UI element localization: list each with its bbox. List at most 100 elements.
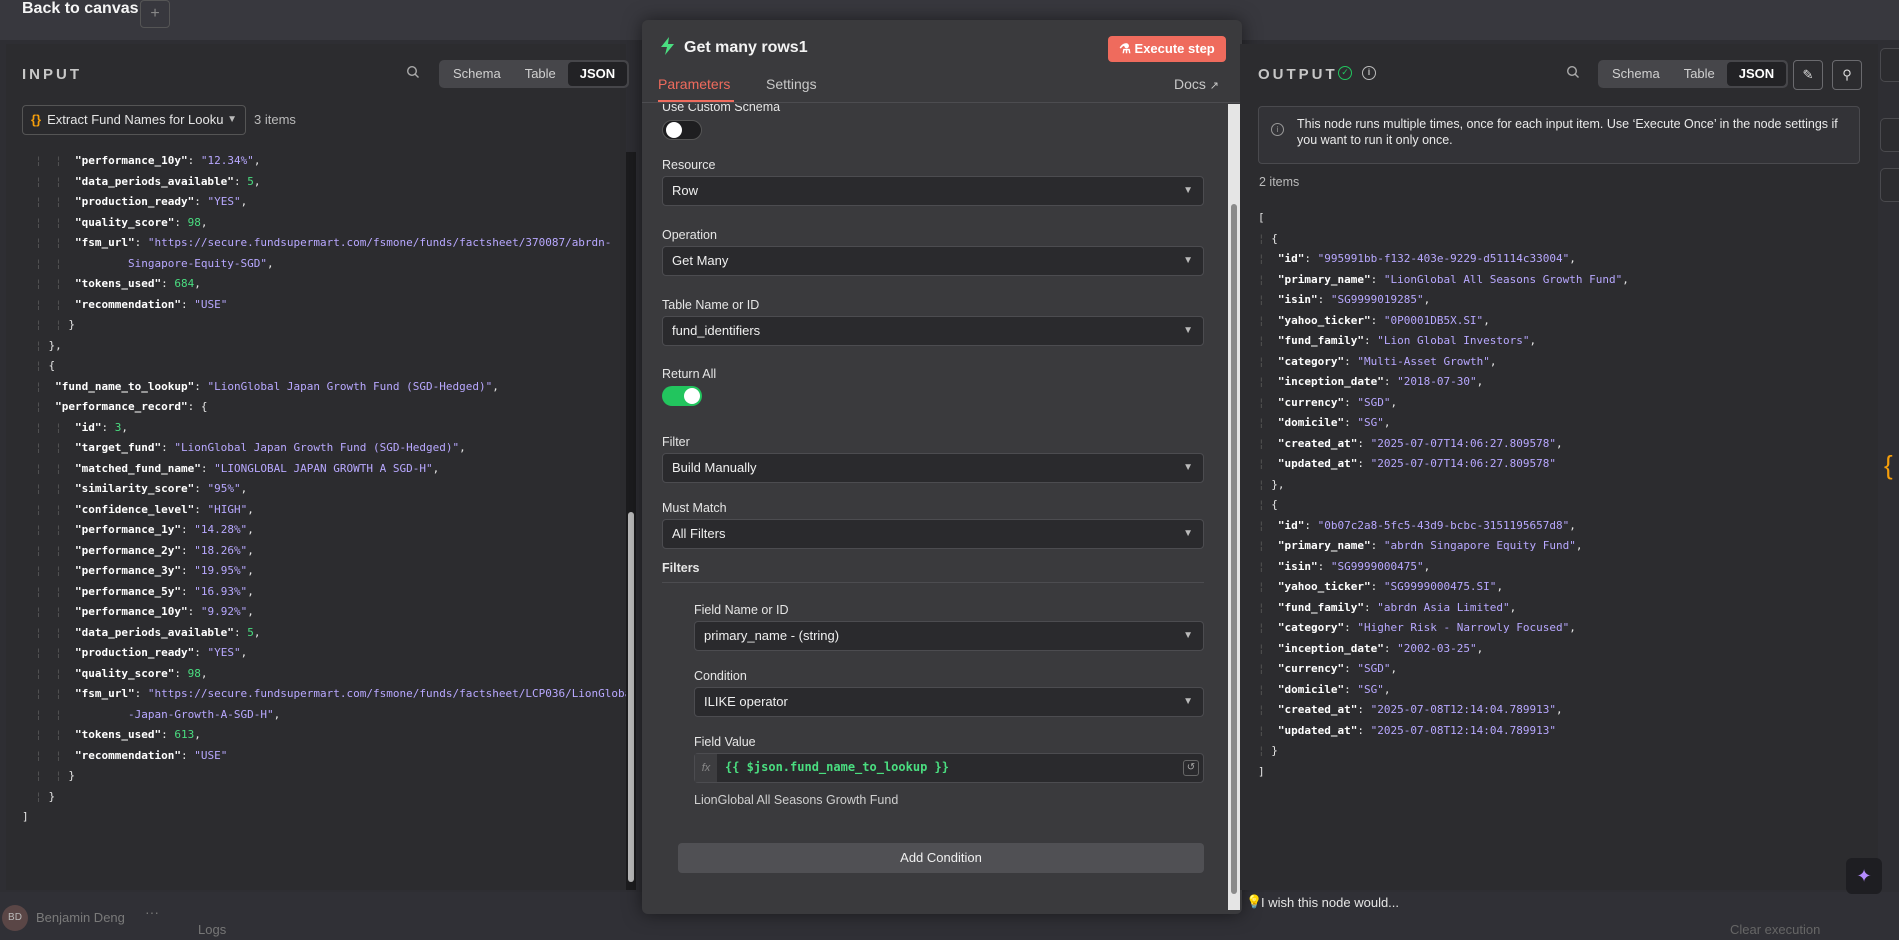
json-token: : [187,154,201,167]
json-token: "12.34%" [200,154,254,167]
user-menu-more-icon[interactable]: ··· [145,904,159,920]
tab-settings[interactable]: Settings [766,76,817,92]
json-token: ¦ [1258,395,1278,409]
feedback-link[interactable]: I wish this node would... [1261,895,1399,910]
json-token: ¦ [1258,313,1278,327]
json-line: ¦ ¦ "id": 3, [22,418,628,439]
must-match-select[interactable]: All Filters ▼ [662,519,1204,549]
reset-expression-icon[interactable]: ↺ [1183,760,1199,776]
json-token: "fund_name_to_lookup" [55,379,195,393]
add-condition-button[interactable]: Add Condition [678,843,1204,873]
chevron-down-icon: ▼ [1183,696,1193,707]
json-token: , [1509,600,1517,614]
resource-select[interactable]: Row ▼ [662,176,1204,206]
parameters-scroll-area: Use Custom Schema Resource Row ▼ Operatio… [642,104,1226,914]
json-line: ¦ } [22,787,628,808]
view-tab-table[interactable]: Table [513,62,568,86]
execute-step-button[interactable]: ⚗ Execute step [1108,36,1226,62]
view-tab-json[interactable]: JSON [1726,62,1787,86]
field-name-select[interactable]: primary_name - (string) ▼ [694,621,1204,651]
json-token: 98 [187,215,201,229]
side-panel-tab[interactable] [1880,118,1899,152]
json-token: "target_fund" [74,441,162,454]
parameters-scrollbar[interactable] [1228,104,1240,910]
view-tab-schema[interactable]: Schema [441,62,513,86]
json-token: "performance_10y" [74,154,188,167]
json-token: "inception_date" [1277,375,1384,388]
json-token: ¦ [1258,641,1278,655]
json-token: "isin" [1277,559,1318,573]
json-token: "quality_score" [74,666,175,680]
search-icon[interactable] [1566,65,1580,82]
run-multiple-times-notice: i This node runs multiple times, once fo… [1258,106,1860,164]
chevron-down-icon: ▼ [1183,255,1193,266]
docs-link[interactable]: Docs ↗ [1174,76,1219,92]
json-token: "abrdn Singapore Equity Fund" [1383,539,1576,552]
json-token: "id" [1277,518,1305,532]
view-tab-json[interactable]: JSON [567,62,628,86]
output-panel-title: OUTPUT [1258,66,1338,83]
json-token: ¦ ¦ [22,605,75,618]
node-title[interactable]: Get many rows1 [684,39,808,57]
use-custom-schema-toggle[interactable] [662,120,702,140]
avatar[interactable]: BD [2,905,28,931]
json-line: ¦ "inception_date": "2002-03-25", [1258,639,1868,660]
pin-icon[interactable]: ⚲ [1832,60,1862,90]
input-node-selector[interactable]: {} Extract Fund Names for Lookup ▼ [22,105,246,135]
must-match-value: All Filters [672,526,726,541]
operation-select[interactable]: Get Many ▼ [662,246,1204,276]
view-tab-schema[interactable]: Schema [1600,62,1672,86]
condition-select[interactable]: ILIKE operator ▼ [694,687,1204,717]
json-token: "primary_name" [1277,539,1371,552]
sparkle-icon[interactable]: ✦ [1846,858,1882,894]
json-line: ¦ }, [22,336,628,357]
side-panel-tab[interactable] [1880,168,1899,202]
execute-step-label: Execute step [1134,41,1215,56]
add-tab-button[interactable]: + [140,0,170,28]
json-line: [ [1258,208,1868,229]
json-line: ¦ "category": "Multi-Asset Growth", [1258,352,1868,373]
json-token: "2025-07-07T14:06:27.809578" [1370,436,1557,450]
back-to-canvas-link[interactable]: Back to canvas [22,0,139,18]
json-token: : [1370,313,1384,327]
json-token: , [247,564,254,577]
side-panel-tab[interactable] [1880,48,1899,82]
input-scrollbar-thumb[interactable] [628,512,634,882]
chevron-down-icon: ▼ [1183,528,1193,539]
json-line: ¦ "fund_name_to_lookup": "LionGlobal Jap… [22,377,628,398]
json-token: "https://secure.fundsupermart.com/fsmone… [147,236,612,249]
json-token: : [180,297,195,311]
json-token: "https://secure.fundsupermart.com/fsmone… [147,687,628,700]
input-view-switch: Schema Table JSON [439,60,630,88]
view-tab-table[interactable]: Table [1672,62,1727,86]
parameters-scrollbar-thumb[interactable] [1231,204,1237,894]
search-icon[interactable] [406,65,420,82]
filter-select[interactable]: Build Manually ▼ [662,453,1204,483]
json-token: , [1569,252,1576,265]
info-icon[interactable]: i [1362,66,1376,80]
json-line: ¦ ¦ "data_periods_available": 5, [22,172,628,193]
field-value-expression-input[interactable]: fx {{ $json.fund_name_to_lookup }} ↺ [694,753,1204,783]
clear-execution-button[interactable]: Clear execution [1730,922,1820,937]
table-name-select[interactable]: fund_identifiers ▼ [662,316,1204,346]
json-token: "2025-07-07T14:06:27.809578" [1370,457,1557,470]
tab-parameters[interactable]: Parameters [658,76,730,92]
input-scrollbar[interactable] [626,152,636,890]
json-line: ¦ "created_at": "2025-07-07T14:06:27.809… [1258,434,1868,455]
json-line: ¦ ¦ "tokens_used": 684, [22,274,628,295]
must-match-label: Must Match [662,501,727,515]
json-token: : [161,277,175,290]
return-all-toggle[interactable] [662,386,702,406]
json-token: , [273,707,281,721]
json-token: ¦ [1258,252,1278,265]
logs-tab[interactable]: Logs [198,922,226,937]
json-token: , [1556,703,1563,716]
json-token: : [1357,703,1371,716]
json-line: ¦ ¦ -Japan-Growth-A-SGD-H", [22,705,628,726]
json-token: ¦ [1258,231,1272,245]
json-token: "recommendation" [74,297,181,311]
json-line: ¦ ¦ "tokens_used": 613, [22,725,628,746]
json-token: "0P0001DB5X.SI" [1383,313,1484,327]
json-token: : [1363,334,1378,347]
pencil-icon[interactable]: ✎ [1793,60,1823,90]
